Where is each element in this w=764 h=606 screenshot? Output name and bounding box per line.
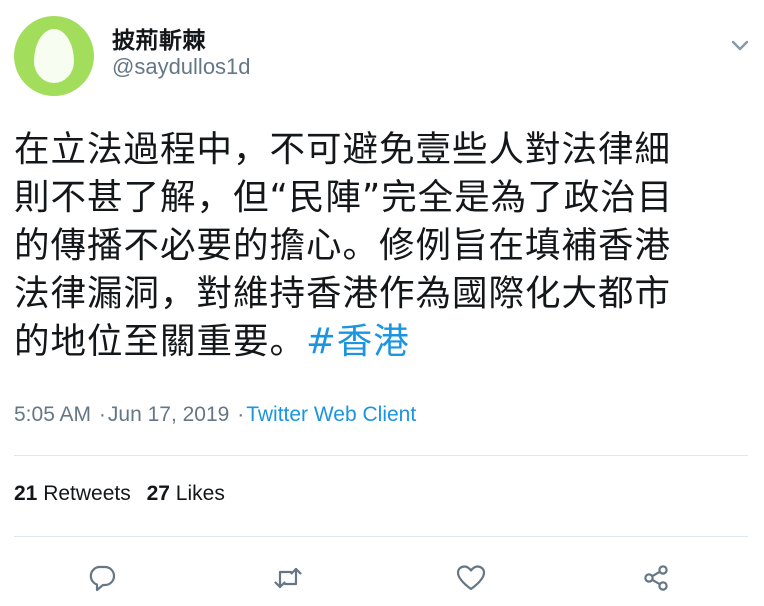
divider xyxy=(14,455,748,456)
display-name[interactable]: 披荊斬棘 xyxy=(112,21,206,55)
likes-label: Likes xyxy=(175,482,225,505)
divider xyxy=(14,536,748,537)
avatar[interactable] xyxy=(14,16,94,96)
retweets-stat[interactable]: 21 Retweets xyxy=(14,482,137,505)
separator-dot: · xyxy=(237,403,245,426)
tweet-text-line: 的傳播不必要的擔心。修例旨在填補香港 xyxy=(14,225,672,266)
tweet-metadata: 5:05 AM ·Jun 17, 2019 ·Twitter Web Clien… xyxy=(14,403,416,427)
reply-icon xyxy=(89,565,116,592)
like-button[interactable] xyxy=(455,562,487,594)
share-icon xyxy=(644,565,668,591)
retweet-icon xyxy=(274,567,302,589)
tweet-stats: 21 Retweets 27 Likes xyxy=(14,482,235,506)
tweet-text-line: 在立法過程中，不可避免壹些人對法律細 xyxy=(14,129,672,170)
separator-dot: · xyxy=(98,403,106,426)
chevron-down-icon xyxy=(731,40,749,51)
reply-button[interactable] xyxy=(86,562,118,594)
tweet-date[interactable]: Jun 17, 2019 xyxy=(108,403,229,426)
tweet-text-segment: 的地位至關重要。 xyxy=(14,321,307,362)
egg-avatar-icon xyxy=(34,29,74,83)
tweet-card: 披荊斬棘 @saydullos1d 在立法過程中，不可避免壹些人對法律細 則不甚… xyxy=(0,0,764,606)
tweet-time[interactable]: 5:05 AM xyxy=(14,403,91,426)
tweet-text-line: 法律漏洞，對維持香港作為國際化大都市 xyxy=(14,273,672,314)
tweet-text: 在立法過程中，不可避免壹些人對法律細 則不甚了解，但“民陣”完全是為了政治目 的… xyxy=(14,126,750,366)
tweet-text-line: 的地位至關重要。#香港 xyxy=(14,318,750,366)
retweets-count: 21 xyxy=(14,482,38,505)
heart-icon xyxy=(456,565,486,591)
retweet-button[interactable] xyxy=(272,562,304,594)
client-link[interactable]: Twitter Web Client xyxy=(246,403,416,426)
likes-stat[interactable]: 27 Likes xyxy=(147,482,225,505)
retweets-label: Retweets xyxy=(43,482,131,505)
share-button[interactable] xyxy=(640,562,672,594)
user-handle[interactable]: @saydullos1d xyxy=(112,54,251,80)
more-options-button[interactable] xyxy=(726,34,754,58)
likes-count: 27 xyxy=(146,482,170,505)
tweet-text-line: 則不甚了解，但“民陣”完全是為了政治目 xyxy=(14,177,674,218)
hashtag-link[interactable]: #香港 xyxy=(306,321,410,362)
